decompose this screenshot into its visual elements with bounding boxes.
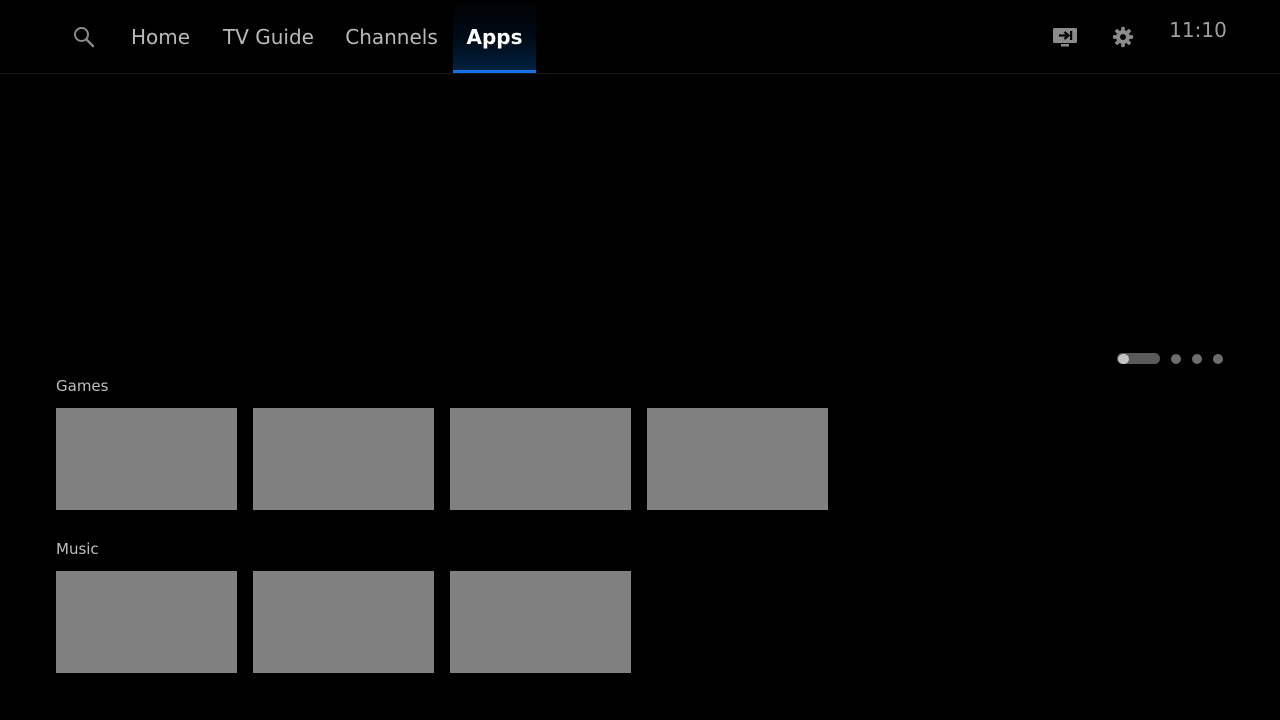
carousel-pagination: [1117, 352, 1234, 365]
pagination-dot[interactable]: [1213, 353, 1223, 364]
tab-channels[interactable]: Channels: [337, 0, 446, 73]
games-tile[interactable]: [56, 408, 237, 510]
games-tile[interactable]: [253, 408, 434, 510]
tab-apps[interactable]: Apps: [453, 0, 536, 73]
section-title-games: Games: [56, 377, 109, 395]
input-source-button[interactable]: [1050, 22, 1080, 52]
gear-icon: [1112, 26, 1134, 48]
clock: 11:10: [1169, 18, 1227, 42]
music-tile[interactable]: [253, 571, 434, 673]
top-navigation-bar: Home TV Guide Channels Apps 11:10: [0, 0, 1280, 74]
settings-button[interactable]: [1108, 22, 1138, 52]
music-tile[interactable]: [450, 571, 631, 673]
tab-tv-guide[interactable]: TV Guide: [214, 0, 323, 73]
games-tile[interactable]: [450, 408, 631, 510]
games-tile[interactable]: [647, 408, 828, 510]
pagination-dot-active[interactable]: [1117, 353, 1160, 364]
section-title-music: Music: [56, 540, 99, 558]
pagination-dot[interactable]: [1171, 353, 1181, 364]
search-button[interactable]: [70, 23, 98, 51]
music-tile[interactable]: [56, 571, 237, 673]
pagination-dot[interactable]: [1192, 353, 1202, 364]
tab-home[interactable]: Home: [122, 0, 199, 73]
search-icon: [74, 27, 95, 48]
input-source-icon: [1053, 28, 1077, 47]
